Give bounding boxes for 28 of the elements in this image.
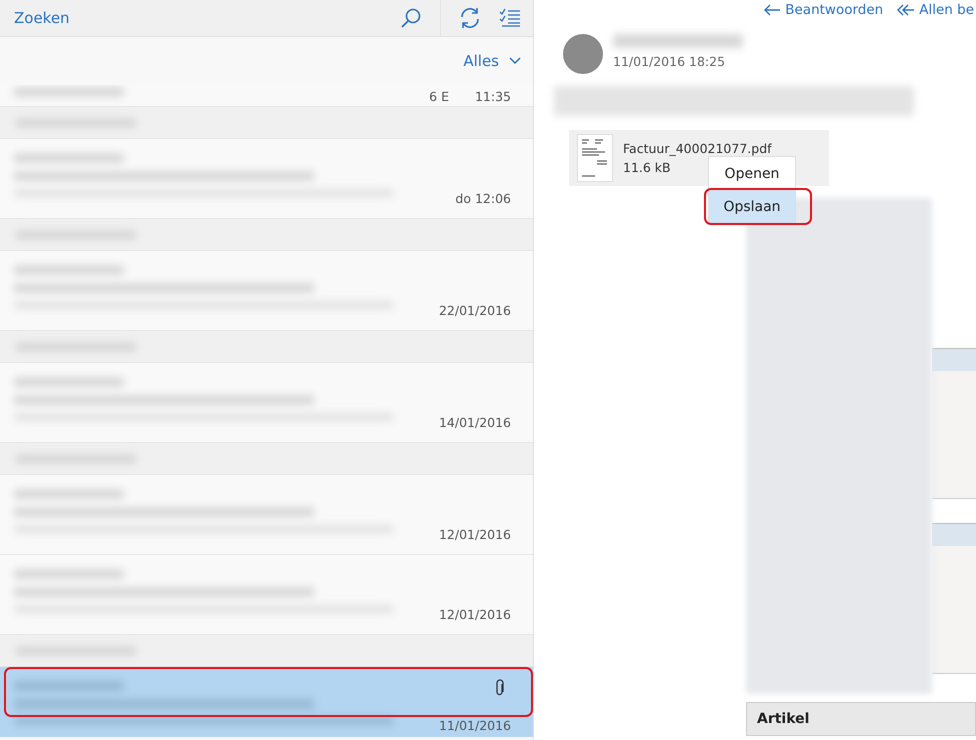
message-row[interactable]: 6 E 11:35: [0, 85, 533, 107]
attachment-name: Factuur_400021077.pdf: [623, 141, 772, 156]
message-time: 14/01/2016: [438, 415, 511, 430]
message-time: 11/01/2016: [438, 718, 511, 733]
message-time: do 12:06: [455, 191, 511, 206]
reply-link[interactable]: Beantwoorden: [763, 2, 884, 18]
double-arrow-left-icon: [897, 4, 916, 16]
message-time: 12/01/2016: [438, 527, 511, 542]
message-time: 11:35: [474, 89, 511, 104]
avatar: [563, 34, 603, 74]
document-thumbnail-icon: [577, 134, 613, 182]
message-row[interactable]: 11/01/2016: [0, 667, 533, 737]
table-header: Artikel: [746, 702, 976, 736]
checklist-icon[interactable]: [499, 7, 521, 29]
search-icon[interactable]: [400, 7, 422, 29]
reply-all-link[interactable]: Allen be: [897, 2, 974, 18]
table-header-band: [932, 348, 976, 372]
message-time: 22/01/2016: [438, 303, 511, 318]
arrow-left-icon: [763, 4, 782, 16]
table-header-band: [932, 523, 976, 546]
message-time: 12/01/2016: [438, 607, 511, 622]
paperclip-icon: [495, 679, 505, 697]
sync-icon[interactable]: [459, 7, 481, 29]
message-meta: 6 E: [429, 89, 449, 104]
menu-item[interactable]: Opslaan: [709, 190, 795, 223]
sent-date: 11/01/2016 18:25: [613, 54, 726, 69]
chevron-down-icon: [509, 57, 521, 65]
filter-dropdown[interactable]: Alles: [463, 50, 521, 72]
